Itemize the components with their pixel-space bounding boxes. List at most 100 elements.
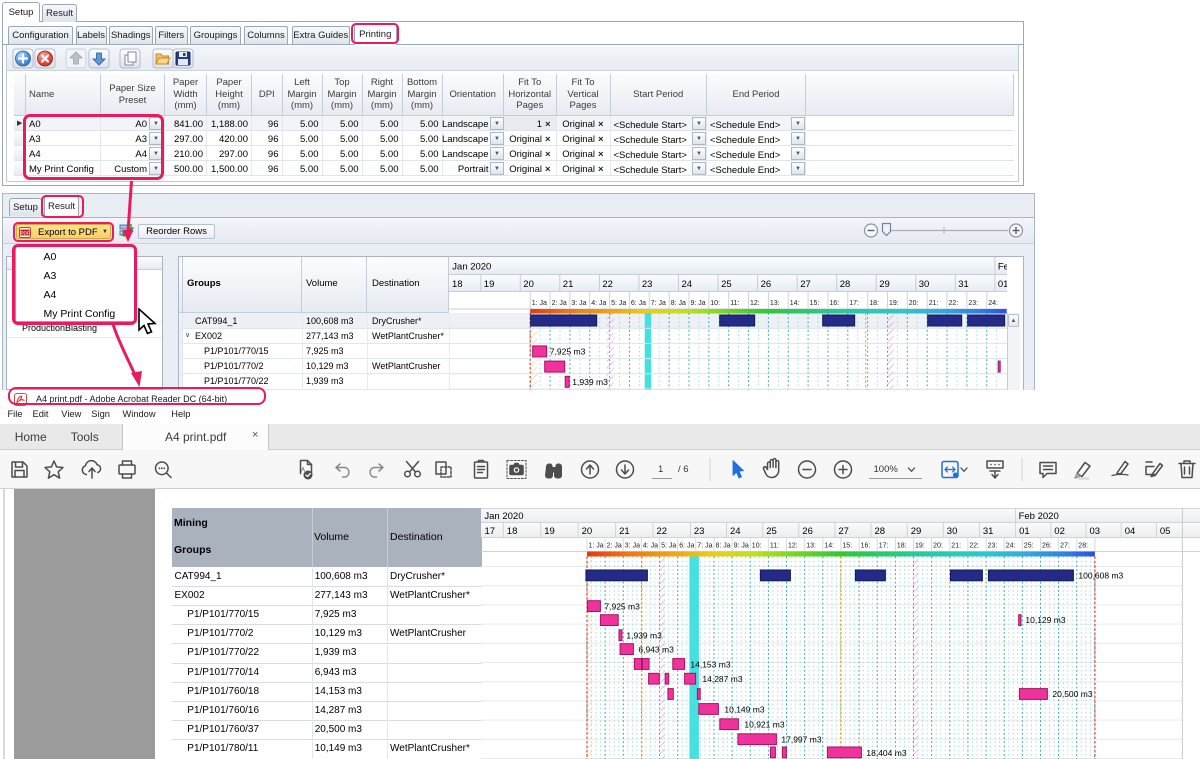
svg-text:12:: 12: <box>750 300 760 307</box>
svg-text:25: 25 <box>766 526 777 537</box>
svg-text:27:: 27: <box>1060 543 1070 550</box>
svg-text:16:: 16: <box>860 543 870 550</box>
svg-text:4: Ja: 4: Ja <box>642 543 657 550</box>
svg-text:22: 22 <box>603 279 614 290</box>
svg-text:5: Ja: 5: Ja <box>611 300 626 307</box>
svg-text:18:: 18: <box>869 300 879 307</box>
svg-text:6: Ja: 6: Ja <box>631 300 646 307</box>
svg-text:20: 20 <box>524 279 535 290</box>
svg-text:13:: 13: <box>806 543 816 550</box>
svg-text:13:: 13: <box>770 300 780 307</box>
svg-text:4: Ja: 4: Ja <box>591 300 606 307</box>
svg-text:28:: 28: <box>1078 543 1088 550</box>
svg-text:2: Ja: 2: Ja <box>552 300 567 307</box>
svg-text:10:: 10: <box>751 543 761 550</box>
svg-text:5: Ja: 5: Ja <box>661 543 676 550</box>
svg-text:05: 05 <box>1159 526 1170 537</box>
svg-text:8: Ja: 8: Ja <box>715 543 730 550</box>
svg-text:04: 04 <box>1124 526 1135 537</box>
svg-text:12:: 12: <box>788 543 798 550</box>
svg-text:16:: 16: <box>830 300 840 307</box>
svg-text:14:: 14: <box>790 300 800 307</box>
svg-text:17:: 17: <box>850 300 860 307</box>
svg-text:23:: 23: <box>969 300 979 307</box>
svg-text:19:: 19: <box>915 543 925 550</box>
svg-text:17:: 17: <box>878 543 888 550</box>
svg-text:28: 28 <box>840 279 851 290</box>
svg-text:1,939 m3: 1,939 m3 <box>626 631 662 641</box>
svg-text:10:: 10: <box>711 300 721 307</box>
svg-text:19:: 19: <box>889 300 899 307</box>
svg-text:23: 23 <box>693 526 704 537</box>
svg-text:10,149 m3: 10,149 m3 <box>724 704 764 714</box>
svg-text:27: 27 <box>800 279 811 290</box>
svg-text:31: 31 <box>959 279 970 290</box>
svg-text:03: 03 <box>1089 526 1100 537</box>
svg-text:14,287 m3: 14,287 m3 <box>702 674 742 684</box>
svg-text:22: 22 <box>656 526 667 537</box>
svg-text:26:: 26: <box>1042 543 1052 550</box>
svg-text:24: 24 <box>730 526 741 537</box>
svg-text:15:: 15: <box>810 300 820 307</box>
svg-text:21: 21 <box>563 279 574 290</box>
svg-text:3: Ja: 3: Ja <box>624 543 639 550</box>
svg-text:14:: 14: <box>824 543 834 550</box>
svg-text:26: 26 <box>802 526 813 537</box>
svg-text:22:: 22: <box>969 543 979 550</box>
svg-text:7: Ja: 7: Ja <box>697 543 712 550</box>
svg-text:9: Ja: 9: Ja <box>691 300 706 307</box>
svg-text:6: Ja: 6: Ja <box>679 543 694 550</box>
svg-text:18,404 m3: 18,404 m3 <box>866 748 906 758</box>
svg-text:9: Ja: 9: Ja <box>733 543 748 550</box>
svg-text:10,129 m3: 10,129 m3 <box>1025 615 1065 625</box>
svg-text:23: 23 <box>642 279 653 290</box>
svg-text:24:: 24: <box>988 300 998 307</box>
svg-text:01: 01 <box>1019 526 1030 537</box>
svg-text:1: Ja: 1: Ja <box>532 300 547 307</box>
svg-text:21: 21 <box>619 526 630 537</box>
svg-text:11:: 11: <box>730 300 739 307</box>
svg-text:7,925 m3: 7,925 m3 <box>604 602 640 612</box>
svg-text:1,939 m3: 1,939 m3 <box>572 376 608 386</box>
svg-text:Feb 2020: Feb 2020 <box>1018 511 1058 522</box>
svg-text:10,921 m3: 10,921 m3 <box>744 720 784 730</box>
svg-text:A: A <box>301 468 305 474</box>
svg-text:29: 29 <box>910 526 921 537</box>
svg-text:Jan 2020: Jan 2020 <box>453 261 492 272</box>
svg-text:27: 27 <box>838 526 849 537</box>
svg-text:21:: 21: <box>929 300 939 307</box>
svg-text:6,943 m3: 6,943 m3 <box>638 645 674 655</box>
svg-text:30: 30 <box>946 526 957 537</box>
svg-text:2: Ja: 2: Ja <box>606 543 621 550</box>
svg-text:11:: 11: <box>769 543 778 550</box>
svg-text:7,925 m3: 7,925 m3 <box>550 346 586 356</box>
svg-text:1: Ja: 1: Ja <box>588 543 603 550</box>
svg-text:18: 18 <box>506 526 517 537</box>
svg-text:100,608 m3: 100,608 m3 <box>1078 571 1123 581</box>
svg-text:18:: 18: <box>896 543 906 550</box>
svg-text:25: 25 <box>721 279 732 290</box>
svg-text:3: Ja: 3: Ja <box>572 300 587 307</box>
svg-text:18: 18 <box>452 279 463 290</box>
svg-text:28: 28 <box>874 526 885 537</box>
svg-text:8: Ja: 8: Ja <box>671 300 686 307</box>
svg-text:20:: 20: <box>933 543 943 550</box>
svg-text:15:: 15: <box>842 543 852 550</box>
svg-text:21:: 21: <box>951 543 961 550</box>
svg-text:31: 31 <box>982 526 993 537</box>
svg-text:22:: 22: <box>949 300 959 307</box>
svg-text:26: 26 <box>761 279 772 290</box>
svg-text:Jan 2020: Jan 2020 <box>484 511 523 522</box>
svg-text:19: 19 <box>484 279 495 290</box>
svg-text:7: Ja: 7: Ja <box>651 300 666 307</box>
svg-text:24:: 24: <box>1005 543 1015 550</box>
svg-text:24: 24 <box>682 279 693 290</box>
svg-text:20:: 20: <box>909 300 919 307</box>
svg-text:23:: 23: <box>987 543 997 550</box>
svg-text:01: 01 <box>998 279 1007 290</box>
svg-text:17,997 m3: 17,997 m3 <box>781 735 821 745</box>
svg-text:25:: 25: <box>1023 543 1033 550</box>
svg-text:30: 30 <box>919 279 930 290</box>
svg-text:02: 02 <box>1054 526 1065 537</box>
svg-text:29: 29 <box>879 279 890 290</box>
